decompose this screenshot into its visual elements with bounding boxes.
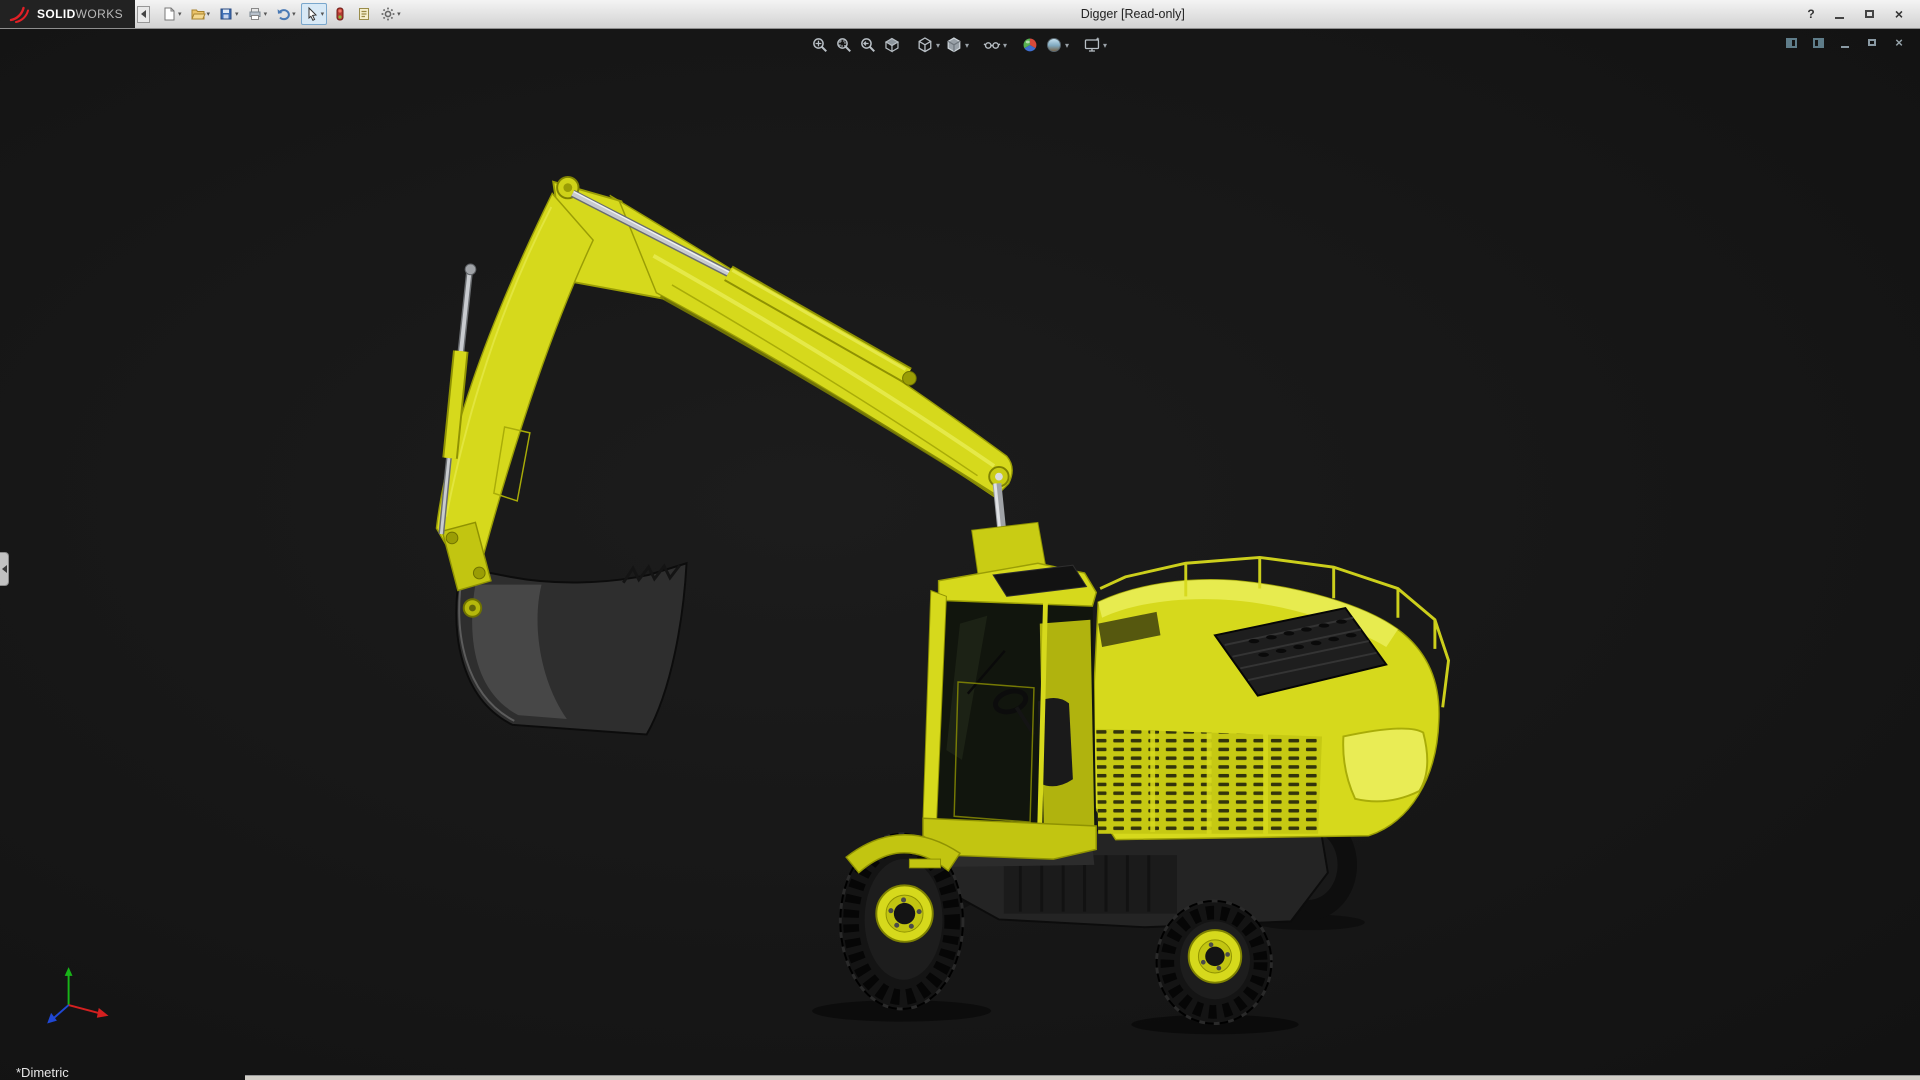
options-gear-icon [380, 6, 396, 22]
display-style-icon [944, 35, 964, 55]
right-pane-icon [1813, 38, 1824, 48]
new-document-icon [161, 6, 177, 22]
hide-show-items-button[interactable]: ▾ [981, 34, 1008, 56]
digger-body[interactable] [1094, 557, 1448, 839]
digger-boom[interactable] [553, 177, 1047, 585]
select-cursor-icon [304, 6, 320, 22]
zoom-to-area-button[interactable] [833, 34, 855, 56]
heads-up-view-toolbar: ▾ ▾ ▾ [809, 34, 1108, 56]
restore-icon [1868, 39, 1876, 46]
options-button[interactable]: ▾ [377, 3, 404, 25]
show-right-pane-button[interactable] [1809, 35, 1827, 50]
display-style-button[interactable]: ▾ [943, 34, 970, 56]
view-orientation-label: *Dimetric [16, 1065, 69, 1080]
close-button[interactable]: × [1886, 5, 1912, 23]
dropdown-caret[interactable]: ▾ [264, 11, 268, 18]
view-settings-button[interactable]: ▾ [1081, 34, 1108, 56]
rebuild-button[interactable] [329, 3, 351, 25]
brand-works: WORKS [76, 7, 123, 21]
print-icon [247, 6, 263, 22]
minimize-icon [1835, 17, 1844, 19]
open-button[interactable]: ▾ [187, 3, 214, 25]
featuremanager-flyout-handle[interactable] [0, 552, 9, 586]
dropdown-caret[interactable]: ▾ [292, 11, 296, 18]
digger-model[interactable] [0, 29, 1920, 1080]
digger-bucket[interactable] [456, 563, 686, 734]
edit-appearance-icon [1020, 35, 1040, 55]
solidworks-logo-icon [8, 5, 32, 23]
orientation-triad[interactable] [47, 967, 108, 1023]
file-properties-icon [356, 6, 372, 22]
previous-view-icon [858, 35, 878, 55]
rebuild-icon [332, 6, 348, 22]
edit-appearance-button[interactable] [1019, 34, 1041, 56]
document-restore-button[interactable] [1863, 35, 1881, 50]
minimize-button[interactable] [1826, 5, 1852, 23]
dropdown-caret[interactable]: ▾ [1065, 41, 1069, 50]
select-button[interactable]: ▾ [301, 3, 328, 25]
window-controls: ? × [1800, 5, 1920, 23]
minimize-icon [1841, 46, 1849, 48]
view-settings-icon [1082, 35, 1102, 55]
document-close-button[interactable]: × [1890, 35, 1908, 50]
digger-cab[interactable] [923, 563, 1096, 859]
file-properties-button[interactable] [353, 3, 375, 25]
view-orientation-cube-icon [915, 35, 935, 55]
view-orientation-button[interactable]: ▾ [914, 34, 941, 56]
digger-wheel-rear[interactable] [1157, 901, 1272, 1024]
solidworks-logo: SOLIDWORKS [0, 0, 135, 28]
zoom-to-area-icon [834, 35, 854, 55]
help-button[interactable]: ? [1800, 7, 1822, 21]
graphics-area[interactable]: ▾ ▾ ▾ [0, 29, 1920, 1080]
dropdown-caret[interactable]: ▾ [321, 11, 325, 18]
save-icon [218, 6, 234, 22]
left-pane-icon [1786, 38, 1797, 48]
undo-icon [275, 6, 291, 22]
apply-scene-button[interactable]: ▾ [1043, 34, 1070, 56]
title-bar: SOLIDWORKS ▾ ▾ ▾ ▾ [0, 0, 1920, 29]
dropdown-caret[interactable]: ▾ [178, 11, 182, 18]
maximize-icon [1865, 10, 1874, 18]
window-title: Digger [Read-only] [1081, 7, 1185, 21]
show-left-pane-button[interactable] [1782, 35, 1800, 50]
chevron-left-icon [2, 565, 7, 573]
open-folder-icon [190, 6, 206, 22]
document-minimize-button[interactable] [1836, 35, 1854, 50]
previous-view-button[interactable] [857, 34, 879, 56]
new-document-button[interactable]: ▾ [158, 3, 185, 25]
toolbar-expand-pin[interactable] [137, 6, 150, 23]
print-button[interactable]: ▾ [244, 3, 271, 25]
dropdown-caret[interactable]: ▾ [936, 41, 940, 50]
dropdown-caret[interactable]: ▾ [1103, 41, 1107, 50]
quick-access-toolbar: ▾ ▾ ▾ ▾ ▾ [158, 3, 404, 25]
document-window-controls: × [1782, 35, 1908, 50]
dropdown-caret[interactable]: ▾ [207, 11, 211, 18]
section-view-icon [882, 35, 902, 55]
dropdown-caret[interactable]: ▾ [235, 11, 239, 18]
hide-show-glasses-icon [982, 35, 1002, 55]
undo-button[interactable]: ▾ [272, 3, 299, 25]
zoom-to-fit-button[interactable] [809, 34, 831, 56]
save-button[interactable]: ▾ [215, 3, 242, 25]
brand-text: SOLIDWORKS [37, 7, 123, 21]
maximize-button[interactable] [1856, 5, 1882, 23]
dropdown-caret[interactable]: ▾ [1003, 41, 1007, 50]
zoom-to-fit-icon [810, 35, 830, 55]
brand-solid: SOLID [37, 7, 76, 21]
dropdown-caret[interactable]: ▾ [965, 41, 969, 50]
status-bar [245, 1075, 1920, 1080]
dropdown-caret[interactable]: ▾ [397, 11, 401, 18]
apply-scene-icon [1044, 35, 1064, 55]
section-view-button[interactable] [881, 34, 903, 56]
